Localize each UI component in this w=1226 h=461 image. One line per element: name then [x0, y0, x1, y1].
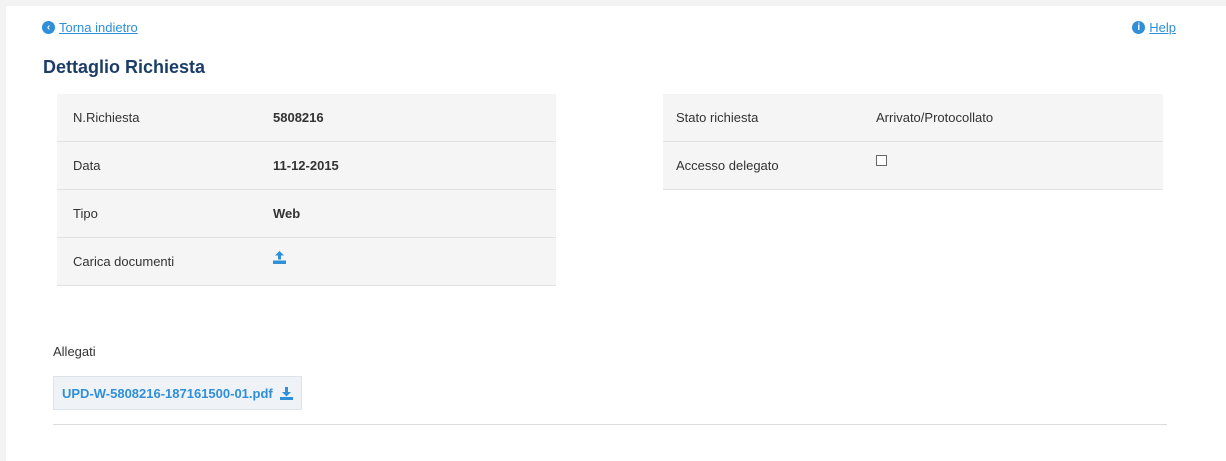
back-link-label: Torna indietro: [59, 20, 138, 35]
detail-label: N.Richiesta: [73, 110, 140, 125]
detail-row-type: Tipo Web: [57, 190, 556, 238]
detail-row-status: Stato richiesta Arrivato/Protocollato: [663, 94, 1163, 142]
help-link-label: Help: [1149, 20, 1176, 35]
upload-icon[interactable]: [273, 251, 286, 264]
request-details-table: N.Richiesta 5808216 Data 11-12-2015 Tipo…: [57, 94, 556, 286]
detail-row-date: Data 11-12-2015: [57, 142, 556, 190]
detail-row-delegated-access: Accesso delegato: [663, 142, 1163, 190]
page-title: Dettaglio Richiesta: [43, 57, 206, 77]
info-icon: i: [1132, 21, 1146, 34]
detail-value: Web: [273, 206, 301, 221]
detail-row-request-number: N.Richiesta 5808216: [57, 94, 556, 142]
attachment-file-link[interactable]: UPD-W-5808216-187161500-01.pdf: [53, 376, 302, 410]
detail-label: Tipo: [73, 206, 98, 221]
download-icon: [279, 386, 293, 400]
detail-value: Arrivato/Protocollato: [876, 110, 994, 125]
attachment-file-name: UPD-W-5808216-187161500-01.pdf: [62, 385, 273, 401]
attachments-label: Allegati: [53, 344, 96, 359]
detail-label: Data: [73, 158, 101, 173]
divider: [53, 424, 1167, 425]
delegated-access-checkbox[interactable]: [876, 155, 887, 166]
detail-label: Carica documenti: [73, 254, 175, 269]
help-link[interactable]: i Help: [1132, 20, 1176, 35]
detail-value: 11-12-2015: [273, 158, 339, 173]
back-link[interactable]: ‹ Torna indietro: [42, 20, 138, 35]
detail-value: 5808216: [273, 110, 324, 125]
detail-panel: ‹ Torna indietro i Help Dettaglio Richie…: [6, 6, 1226, 461]
detail-label: Stato richiesta: [676, 110, 759, 125]
request-status-table: Stato richiesta Arrivato/Protocollato Ac…: [663, 94, 1163, 190]
detail-row-upload-documents: Carica documenti: [57, 238, 556, 286]
detail-label: Accesso delegato: [676, 158, 779, 173]
chevron-left-icon: ‹: [42, 21, 55, 34]
